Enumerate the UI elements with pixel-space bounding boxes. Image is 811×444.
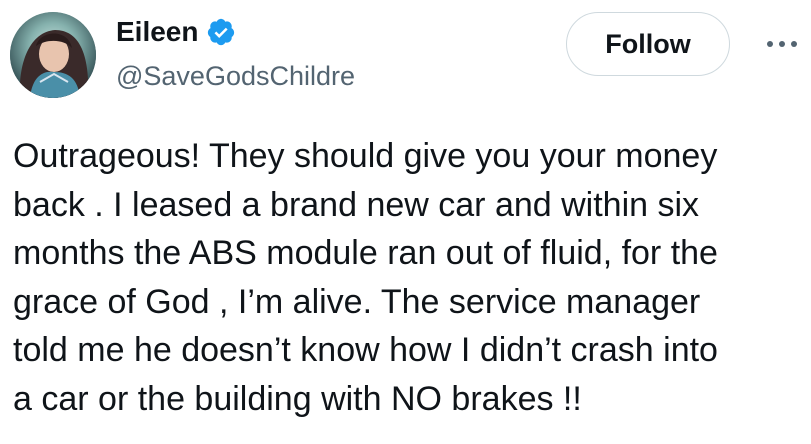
tweet-text: Outrageous! They should give you your mo… bbox=[13, 137, 718, 418]
follow-button[interactable]: Follow bbox=[566, 12, 730, 76]
verified-badge-icon bbox=[208, 18, 235, 46]
more-options-icon[interactable] bbox=[758, 28, 806, 60]
avatar[interactable] bbox=[10, 12, 96, 98]
dot bbox=[767, 41, 773, 47]
dot bbox=[779, 41, 785, 47]
author-name-row: Eileen bbox=[116, 14, 236, 50]
author-handle[interactable]: @SaveGodsChildre bbox=[116, 58, 355, 94]
display-name[interactable]: Eileen bbox=[116, 14, 198, 50]
tweet-card: Eileen @SaveGodsChildre Follow Outrageou… bbox=[0, 0, 811, 444]
dot bbox=[791, 41, 797, 47]
